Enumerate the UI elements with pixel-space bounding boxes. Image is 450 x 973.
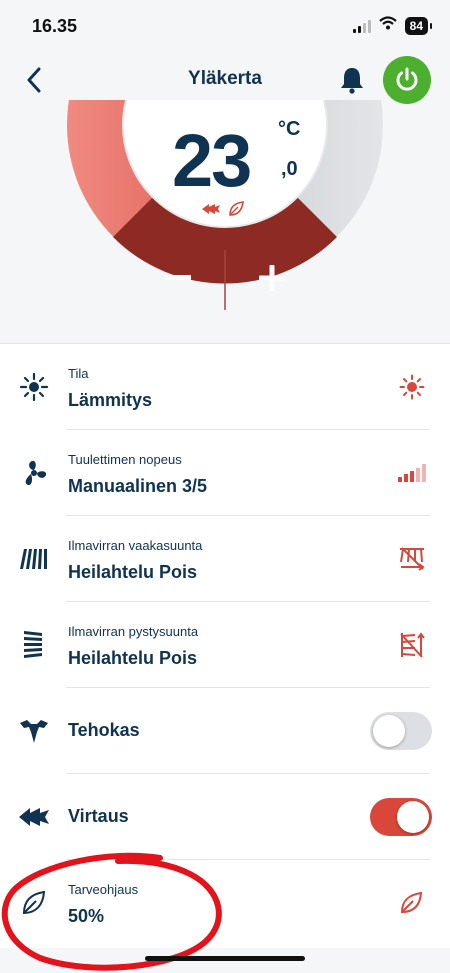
list-item-powerful: Tehokas — [0, 688, 450, 774]
swing-off-horizontal-icon — [396, 544, 428, 574]
leaf-icon — [14, 885, 54, 921]
status-bar: 16.35 84 — [0, 0, 450, 52]
vertical-louver-icon — [14, 627, 54, 663]
vertical-airflow-label: Ilmavirran pystysuunta — [68, 624, 199, 639]
minus-icon — [165, 275, 191, 280]
powerful-label: Tehokas — [68, 720, 140, 740]
list-item-vertical-airflow[interactable]: Ilmavirran pystysuunta Heilahtelu Pois — [0, 602, 450, 688]
leaf-icon — [396, 888, 428, 918]
leaf-icon — [229, 201, 244, 216]
horizontal-airflow-value: Heilahtelu Pois — [68, 562, 198, 582]
home-indicator[interactable] — [145, 956, 305, 961]
fan-speed-bars-icon — [396, 458, 428, 488]
temperature-decimal: ,0 — [281, 158, 298, 180]
list-item-flow: Virtaus — [0, 774, 450, 860]
notifications-button[interactable] — [336, 64, 368, 96]
demand-control-label: Tarveohjaus — [68, 882, 139, 897]
airflow-icon — [14, 799, 54, 835]
status-icons: 84 — [352, 16, 433, 35]
battery-icon: 84 — [404, 16, 433, 35]
fan-speed-value: Manuaalinen 3/5 — [68, 476, 208, 496]
flow-toggle[interactable] — [370, 798, 432, 836]
mode-value: Lämmitys — [68, 390, 153, 410]
dial-status-icons — [201, 200, 245, 218]
vertical-airflow-value: Heilahtelu Pois — [68, 648, 198, 668]
fan-icon — [14, 455, 54, 491]
wifi-icon — [378, 16, 397, 35]
powerful-toggle[interactable] — [370, 712, 432, 750]
thermostat-dial: 23 °C ,0 — [0, 100, 450, 343]
list-item-horizontal-airflow[interactable]: Ilmavirran vaakasuunta Heilahtelu Pois — [0, 516, 450, 602]
list-item-fan-speed[interactable]: Tuulettimen nopeus Manuaalinen 3/5 — [0, 430, 450, 516]
airflow-icon — [202, 204, 220, 214]
list-item-mode[interactable]: Tila Lämmitys — [0, 344, 450, 430]
horizontal-louver-icon — [14, 541, 54, 577]
mode-label: Tila — [68, 366, 89, 381]
temperature-value: 23 — [172, 119, 252, 202]
horizontal-airflow-label: Ilmavirran vaakasuunta — [68, 538, 203, 553]
list-item-demand-control[interactable]: Tarveohjaus 50% — [0, 860, 450, 946]
power-icon — [396, 67, 418, 91]
muscle-icon — [14, 713, 54, 749]
plus-icon — [259, 265, 285, 291]
power-button[interactable] — [383, 56, 431, 104]
status-time: 16.35 — [32, 16, 78, 36]
cellular-signal-icon — [352, 19, 371, 33]
fan-speed-label: Tuulettimen nopeus — [68, 452, 182, 467]
increase-temperature-button[interactable] — [244, 250, 300, 306]
toggle-knob — [373, 715, 405, 747]
flow-label: Virtaus — [68, 806, 129, 826]
temperature-unit: °C — [278, 118, 301, 140]
settings-list: Tila Lämmitys Tuulettimen nopeus Manuaal… — [0, 343, 450, 948]
snowflake-sun-icon — [14, 369, 54, 405]
demand-control-value: 50% — [68, 906, 105, 926]
bell-icon — [341, 68, 363, 94]
toggle-knob — [397, 801, 429, 833]
sun-icon — [396, 372, 428, 402]
decrease-temperature-button[interactable] — [150, 250, 206, 306]
swing-off-vertical-icon — [396, 630, 428, 660]
